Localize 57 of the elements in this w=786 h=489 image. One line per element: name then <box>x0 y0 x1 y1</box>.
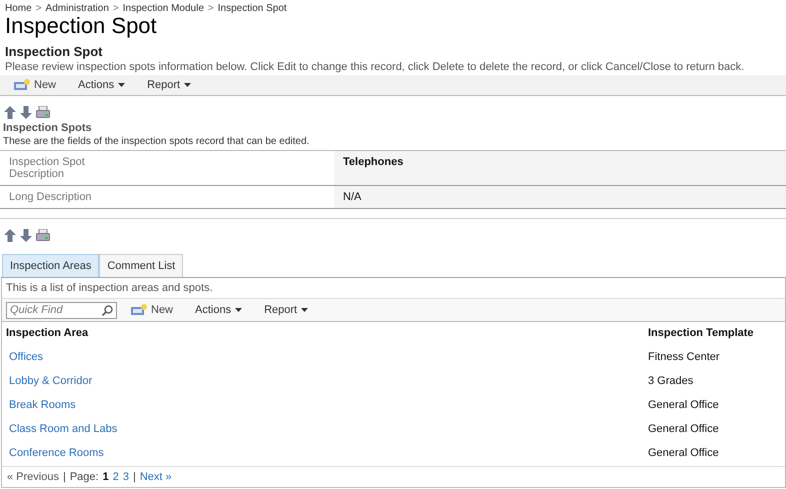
tab[interactable]: Inspection Areas <box>2 254 100 277</box>
area-link[interactable]: Offices <box>9 351 44 363</box>
area-link[interactable]: Conference Rooms <box>9 447 104 459</box>
page-label: Page: <box>70 471 99 483</box>
new-button[interactable]: New <box>123 300 182 320</box>
pager-separator: | <box>62 471 66 483</box>
page-title: Inspection Spot <box>4 14 157 38</box>
breadcrumb-link[interactable]: Inspection Spot <box>218 3 287 14</box>
column-header: Inspection Template <box>648 326 755 341</box>
caret-icon <box>235 308 242 312</box>
field-value: Telephones <box>334 151 786 185</box>
page-link[interactable]: 2 <box>112 471 119 483</box>
breadcrumb-link[interactable]: Inspection Module <box>122 3 204 14</box>
menu-button[interactable]: Actions <box>70 75 134 95</box>
menu-button[interactable]: Report <box>139 75 200 95</box>
breadcrumb-separator: > <box>36 3 42 14</box>
table-cell: Fitness Center <box>648 351 720 363</box>
down-arrow-icon[interactable] <box>20 106 32 119</box>
new-item-icon <box>131 304 147 316</box>
up-arrow-icon[interactable] <box>4 229 16 242</box>
new-item-icon <box>14 79 30 91</box>
menu-button[interactable]: Report <box>256 300 316 320</box>
up-arrow-icon[interactable] <box>4 106 16 119</box>
caret-icon <box>301 308 308 312</box>
field-value: N/A <box>334 186 786 208</box>
column-header: Inspection Area <box>5 326 90 341</box>
table-cell: 3 Grades <box>648 375 694 387</box>
field-label: Long Description <box>8 190 93 205</box>
page-link[interactable]: 1 <box>102 471 109 483</box>
instructions-text: Please review inspection spots information below. Click Edit to change this record, click Delete to delete the record, or click Cancel/Close to return back. <box>4 60 746 73</box>
search-icon[interactable] <box>102 304 113 316</box>
tab[interactable]: Comment List <box>99 254 184 277</box>
table-cell: General Office <box>648 399 719 411</box>
caret-icon <box>118 83 126 87</box>
menu-button[interactable]: Actions <box>187 300 250 320</box>
page-link[interactable]: 3 <box>122 471 129 483</box>
area-link[interactable]: Break Rooms <box>9 399 76 411</box>
table-cell: General Office <box>648 423 719 435</box>
record-section-title: Inspection Spots <box>2 122 93 134</box>
breadcrumb-link[interactable]: Home <box>5 3 32 14</box>
pager-separator: | <box>132 471 136 483</box>
breadcrumb-link[interactable]: Administration <box>46 3 109 14</box>
caret-icon <box>184 83 192 87</box>
breadcrumb-separator: > <box>112 3 119 14</box>
next-link[interactable]: Next » <box>140 471 172 483</box>
area-link[interactable]: Lobby & Corridor <box>9 375 92 387</box>
new-button[interactable]: New <box>6 75 64 95</box>
field-label: Inspection Spot Description <box>8 155 86 182</box>
search-field[interactable]: Quick Find <box>6 302 117 318</box>
breadcrumb-separator: > <box>208 3 214 14</box>
section-title: Inspection Spot <box>4 44 104 59</box>
record-description: These are the fields of the inspection spots record that can be edited. <box>2 135 310 147</box>
down-arrow-icon[interactable] <box>20 229 32 242</box>
printer-icon[interactable] <box>36 229 50 242</box>
area-link[interactable]: Class Room and Labs <box>9 423 118 435</box>
printer-icon[interactable] <box>36 106 50 119</box>
table-cell: General Office <box>648 447 719 459</box>
